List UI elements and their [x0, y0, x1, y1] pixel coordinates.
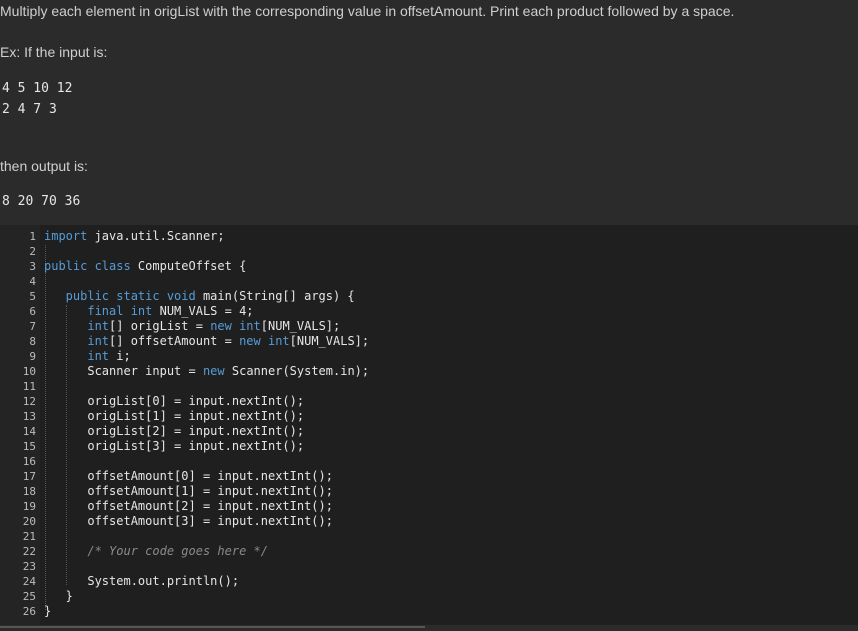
code-text: offsetAmount[2] = input.nextInt();: [44, 499, 333, 513]
code-text: offsetAmount[0] = input.nextInt();: [44, 469, 333, 483]
line-number: 12: [22, 395, 36, 408]
code-keyword: int: [44, 319, 110, 333]
code-line: System.out.println();: [44, 574, 239, 588]
code-text: origList[3] = input.nextInt();: [44, 439, 305, 453]
code-line: Scanner input = new Scanner(System.in);: [44, 364, 369, 378]
code-line: origList[0] = input.nextInt();: [44, 394, 304, 408]
code-keyword: final int: [44, 304, 153, 318]
line-number: 2: [29, 245, 36, 258]
code-text: origList[2] = input.nextInt();: [44, 424, 305, 438]
code-keyword: import: [44, 229, 88, 243]
code-line: }: [44, 589, 73, 603]
example-input-line-2: 2 4 7 3: [2, 102, 57, 117]
code-text: }: [44, 604, 52, 618]
line-number: 14: [22, 425, 36, 438]
code-text: NUM_VALS = 4;: [152, 304, 254, 318]
code-keyword: int: [44, 349, 110, 363]
line-number: 15: [22, 440, 36, 453]
code-keyword: public class: [44, 259, 131, 273]
line-number: 21: [22, 530, 36, 543]
code-line: final int NUM_VALS = 4;: [44, 304, 254, 318]
line-number: 10: [22, 365, 36, 378]
code-comment: /* Your code goes here */: [44, 544, 268, 558]
code-text: [] offsetAmount =: [109, 334, 240, 348]
code-line: }: [44, 604, 51, 618]
code-line: int[] offsetAmount = new int[NUM_VALS];: [44, 334, 369, 348]
code-text: }: [44, 589, 73, 603]
code-text: java.util.Scanner;: [87, 229, 225, 243]
code-text: offsetAmount[3] = input.nextInt();: [44, 514, 333, 528]
code-text: origList[0] = input.nextInt();: [44, 394, 305, 408]
code-keyword: new int: [239, 334, 290, 348]
code-text: i;: [109, 349, 131, 363]
code-line: public static void main(String[] args) {: [44, 289, 355, 303]
example-output-line: 8 20 70 36: [2, 194, 81, 209]
line-number: 24: [22, 575, 36, 588]
code-text: System.out.println();: [44, 574, 240, 588]
line-number: 16: [22, 455, 36, 468]
line-number: 4: [29, 275, 36, 288]
line-number: 23: [22, 560, 36, 573]
line-number: 11: [22, 380, 36, 393]
code-line: origList[2] = input.nextInt();: [44, 424, 304, 438]
line-number: 18: [22, 485, 36, 498]
code-text: [NUM_VALS];: [260, 319, 341, 333]
line-number: 13: [22, 410, 36, 423]
example-intro-text: Ex: If the input is:: [0, 44, 108, 60]
code-keyword: public static void: [44, 289, 196, 303]
code-text: Scanner input =: [44, 364, 203, 378]
code-keyword: new int: [210, 319, 261, 333]
output-intro-text: then output is:: [0, 158, 88, 174]
code-line: offsetAmount[0] = input.nextInt();: [44, 469, 333, 483]
code-line: origList[3] = input.nextInt();: [44, 439, 304, 453]
code-line: /* Your code goes here */: [44, 544, 268, 558]
example-input-line-1: 4 5 10 12: [2, 81, 73, 96]
code-line: offsetAmount[2] = input.nextInt();: [44, 499, 333, 513]
code-text: [NUM_VALS];: [289, 334, 370, 348]
code-text: origList[1] = input.nextInt();: [44, 409, 305, 423]
code-text: offsetAmount[1] = input.nextInt();: [44, 484, 333, 498]
code-text: Scanner(System.in);: [224, 364, 370, 378]
code-text: main(String[] args) {: [195, 289, 355, 303]
code-keyword: new: [202, 364, 225, 378]
line-number: 26: [22, 605, 36, 618]
line-number: 5: [29, 290, 36, 303]
code-keyword: int: [44, 334, 110, 348]
line-number: 20: [22, 515, 36, 528]
line-number: 1: [29, 230, 36, 243]
line-number: 6: [29, 305, 36, 318]
line-number: 22: [22, 545, 36, 558]
instruction-text: Multiply each element in origList with t…: [0, 3, 735, 19]
code-editor[interactable]: 1 2 3 4 5 6 7 8 9 10 11 12 13 14 15 16 17 18 19 20 21 22 23 24 2…: [0, 225, 858, 625]
code-line: import java.util.Scanner;: [44, 229, 225, 243]
code-text: ComputeOffset {: [130, 259, 247, 273]
code-line: public class ComputeOffset {: [44, 259, 246, 273]
line-number: 25: [22, 590, 36, 603]
line-number: 17: [22, 470, 36, 483]
code-line: offsetAmount[3] = input.nextInt();: [44, 514, 333, 528]
line-number: 19: [22, 500, 36, 513]
line-number-gutter: 1 2 3 4 5 6 7 8 9 10 11 12 13 14 15 16 17 18 19 20 21 22 23 24 2…: [0, 225, 40, 625]
code-line: offsetAmount[1] = input.nextInt();: [44, 484, 333, 498]
code-line: origList[1] = input.nextInt();: [44, 409, 304, 423]
line-number: 9: [29, 350, 36, 363]
code-line: int i;: [44, 349, 131, 363]
panel-divider: [0, 626, 858, 631]
code-line: int[] origList = new int[NUM_VALS];: [44, 319, 340, 333]
line-number: 8: [29, 335, 36, 348]
line-number: 3: [29, 260, 36, 273]
code-text: [] origList =: [109, 319, 211, 333]
line-number: 7: [29, 320, 36, 333]
